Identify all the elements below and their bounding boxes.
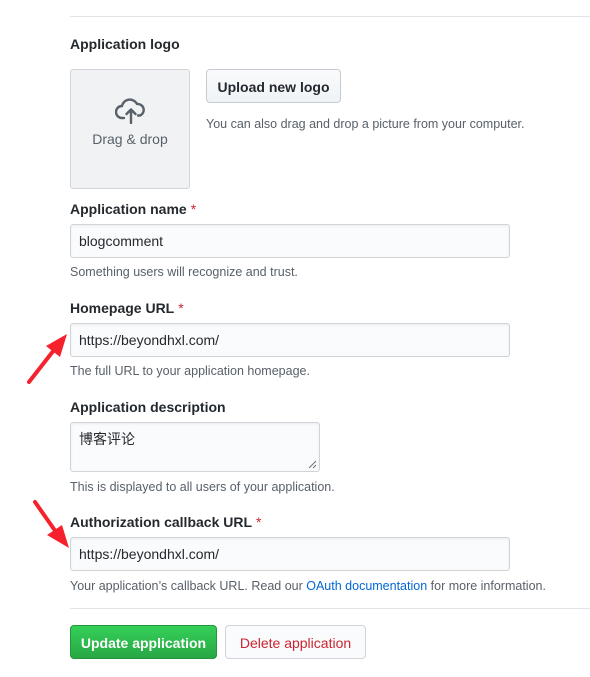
delete-application-button[interactable]: Delete application [225,625,366,659]
top-divider [70,16,590,17]
cloud-upload-icon [115,98,145,124]
homepage-url-label: Homepage URL * [70,299,184,317]
application-description-label: Application description [70,399,226,415]
required-mark: * [190,201,197,217]
application-description-note: This is displayed to all users of your a… [70,480,335,494]
oauth-documentation-link[interactable]: OAuth documentation [306,579,427,593]
application-name-label: Application name * [70,200,196,218]
callback-note-after: for more information. [427,579,546,593]
resize-grip-icon[interactable] [308,460,317,469]
red-arrow-icon [33,500,69,548]
red-arrow-icon [27,334,67,384]
required-mark: * [256,514,262,530]
callback-url-label-text: Authorization callback URL [70,514,253,530]
homepage-url-input[interactable] [70,323,510,357]
update-application-button[interactable]: Update application [70,625,217,659]
application-name-label-text: Application name [70,201,187,217]
logo-dropzone[interactable]: Drag & drop [70,69,190,189]
callback-note-before: Your application’s callback URL. Read ou… [70,579,307,593]
application-description-textarea[interactable]: 博客评论 [70,422,320,472]
description-value: 博客评论 [79,431,135,447]
bottom-divider [70,608,590,609]
upload-logo-button[interactable]: Upload new logo [206,69,341,103]
application-name-input[interactable] [70,224,510,258]
callback-url-input[interactable] [70,537,510,571]
application-logo-label: Application logo [70,36,180,52]
required-mark: * [178,300,184,316]
application-name-note: Something users will recognize and trust… [70,265,298,279]
homepage-url-label-text: Homepage URL [70,300,175,316]
dropzone-text: Drag & drop [92,131,168,147]
homepage-url-note: The full URL to your application homepag… [70,364,310,378]
callback-url-label: Authorization callback URL * [70,513,261,531]
upload-note: You can also drag and drop a picture fro… [206,117,525,131]
callback-url-note: Your application’s callback URL. Read ou… [70,578,546,594]
